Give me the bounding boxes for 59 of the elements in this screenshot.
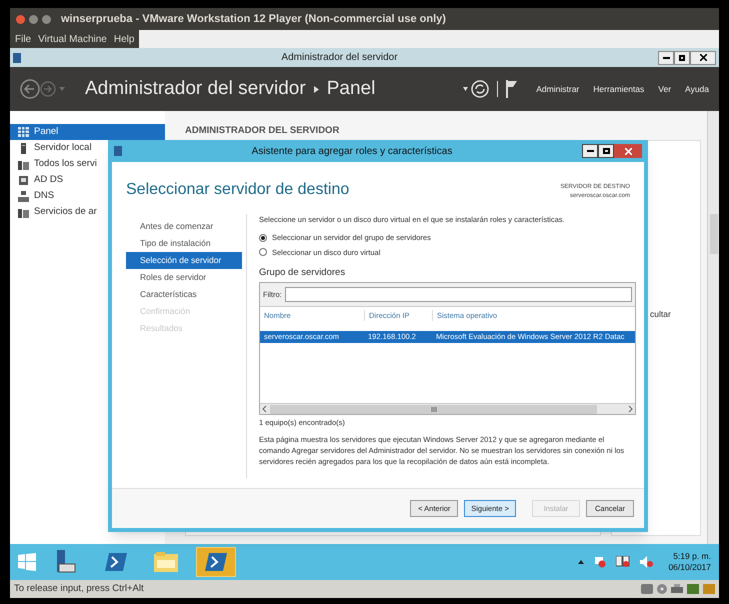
menu-item[interactable]: File <box>15 32 32 46</box>
refresh-icon[interactable] <box>471 80 490 98</box>
up-arrow-icon[interactable] <box>578 560 584 564</box>
printer-icon[interactable] <box>671 584 683 594</box>
dialog-title: Asistente para agregar roles y características <box>250 144 454 158</box>
wizard-step[interactable]: Roles de servidor <box>126 269 242 286</box>
hide-link[interactable]: cultar <box>650 308 700 321</box>
menu-item[interactable]: Ayuda <box>685 82 709 96</box>
menu-item[interactable]: Herramientas <box>593 82 644 96</box>
wizard-step[interactable]: Selección de servidor <box>126 252 242 269</box>
clock-time: 5:19 p. m. <box>673 551 711 562</box>
powershell-icon <box>105 553 127 571</box>
sidebar-item[interactable]: Servicios de ar <box>10 204 165 220</box>
window-title: Administrador del servidor <box>280 51 399 65</box>
group-title: Grupo de servidores <box>259 266 346 280</box>
menu-item[interactable]: Help <box>114 32 134 46</box>
menu-item[interactable]: Virtual Machine <box>38 32 107 46</box>
radio-button[interactable] <box>259 234 267 242</box>
scrollbar[interactable] <box>707 111 719 544</box>
sidebar-item[interactable]: Panel <box>10 124 165 140</box>
filter-field[interactable] <box>284 287 632 302</box>
minimize-icon[interactable] <box>582 144 598 158</box>
directory-icon <box>18 174 29 186</box>
wizard-step[interactable]: Antes de comenzar <box>126 218 242 235</box>
server-manager-icon <box>55 550 77 574</box>
minimize-icon[interactable] <box>658 50 674 64</box>
servers-icon <box>18 158 29 170</box>
wizard-step[interactable]: Características <box>126 286 242 303</box>
caret-icon[interactable] <box>463 87 468 91</box>
window-title: winserprueba - VMware Workstation 12 Player (Non-commercial use only) <box>61 12 446 27</box>
status-text: To release input, press Ctrl+Alt <box>14 582 144 596</box>
speaker-icon[interactable] <box>640 556 654 568</box>
sidebar-item[interactable]: Todos los servi <box>10 156 165 172</box>
app-icon <box>13 52 21 62</box>
chevron-icon <box>314 86 319 92</box>
sidebar-item[interactable]: Servidor local <box>10 140 165 156</box>
breadcrumb-root[interactable]: Administrador del servidor <box>85 74 306 104</box>
servers-icon <box>18 206 29 218</box>
breadcrumb-current: Panel <box>326 76 376 101</box>
folder-icon <box>154 552 178 572</box>
powershell-icon <box>205 553 227 571</box>
server-icon <box>18 142 29 154</box>
clock-date: 06/10/2017 <box>668 562 711 573</box>
disc-icon[interactable] <box>657 584 667 594</box>
radio-button[interactable] <box>259 248 267 256</box>
horizontal-scrollbar[interactable] <box>260 403 635 414</box>
maximize-icon[interactable] <box>598 144 614 158</box>
wizard-step[interactable]: Tipo de instalación <box>126 235 242 252</box>
taskbar-app[interactable] <box>196 547 236 577</box>
menu-item[interactable]: Administrar <box>536 82 580 96</box>
grip-icon <box>430 406 436 412</box>
section-title: ADMINISTRADOR DEL SERVIDOR <box>185 124 340 138</box>
close-icon[interactable] <box>690 50 716 64</box>
grid-icon <box>18 127 29 137</box>
app-icon <box>114 146 122 156</box>
menu-item[interactable]: Ver <box>658 82 672 96</box>
back-icon[interactable] <box>20 79 40 99</box>
restore-icon[interactable] <box>674 50 690 64</box>
wizard-heading: Seleccionar servidor de destino <box>126 180 350 200</box>
